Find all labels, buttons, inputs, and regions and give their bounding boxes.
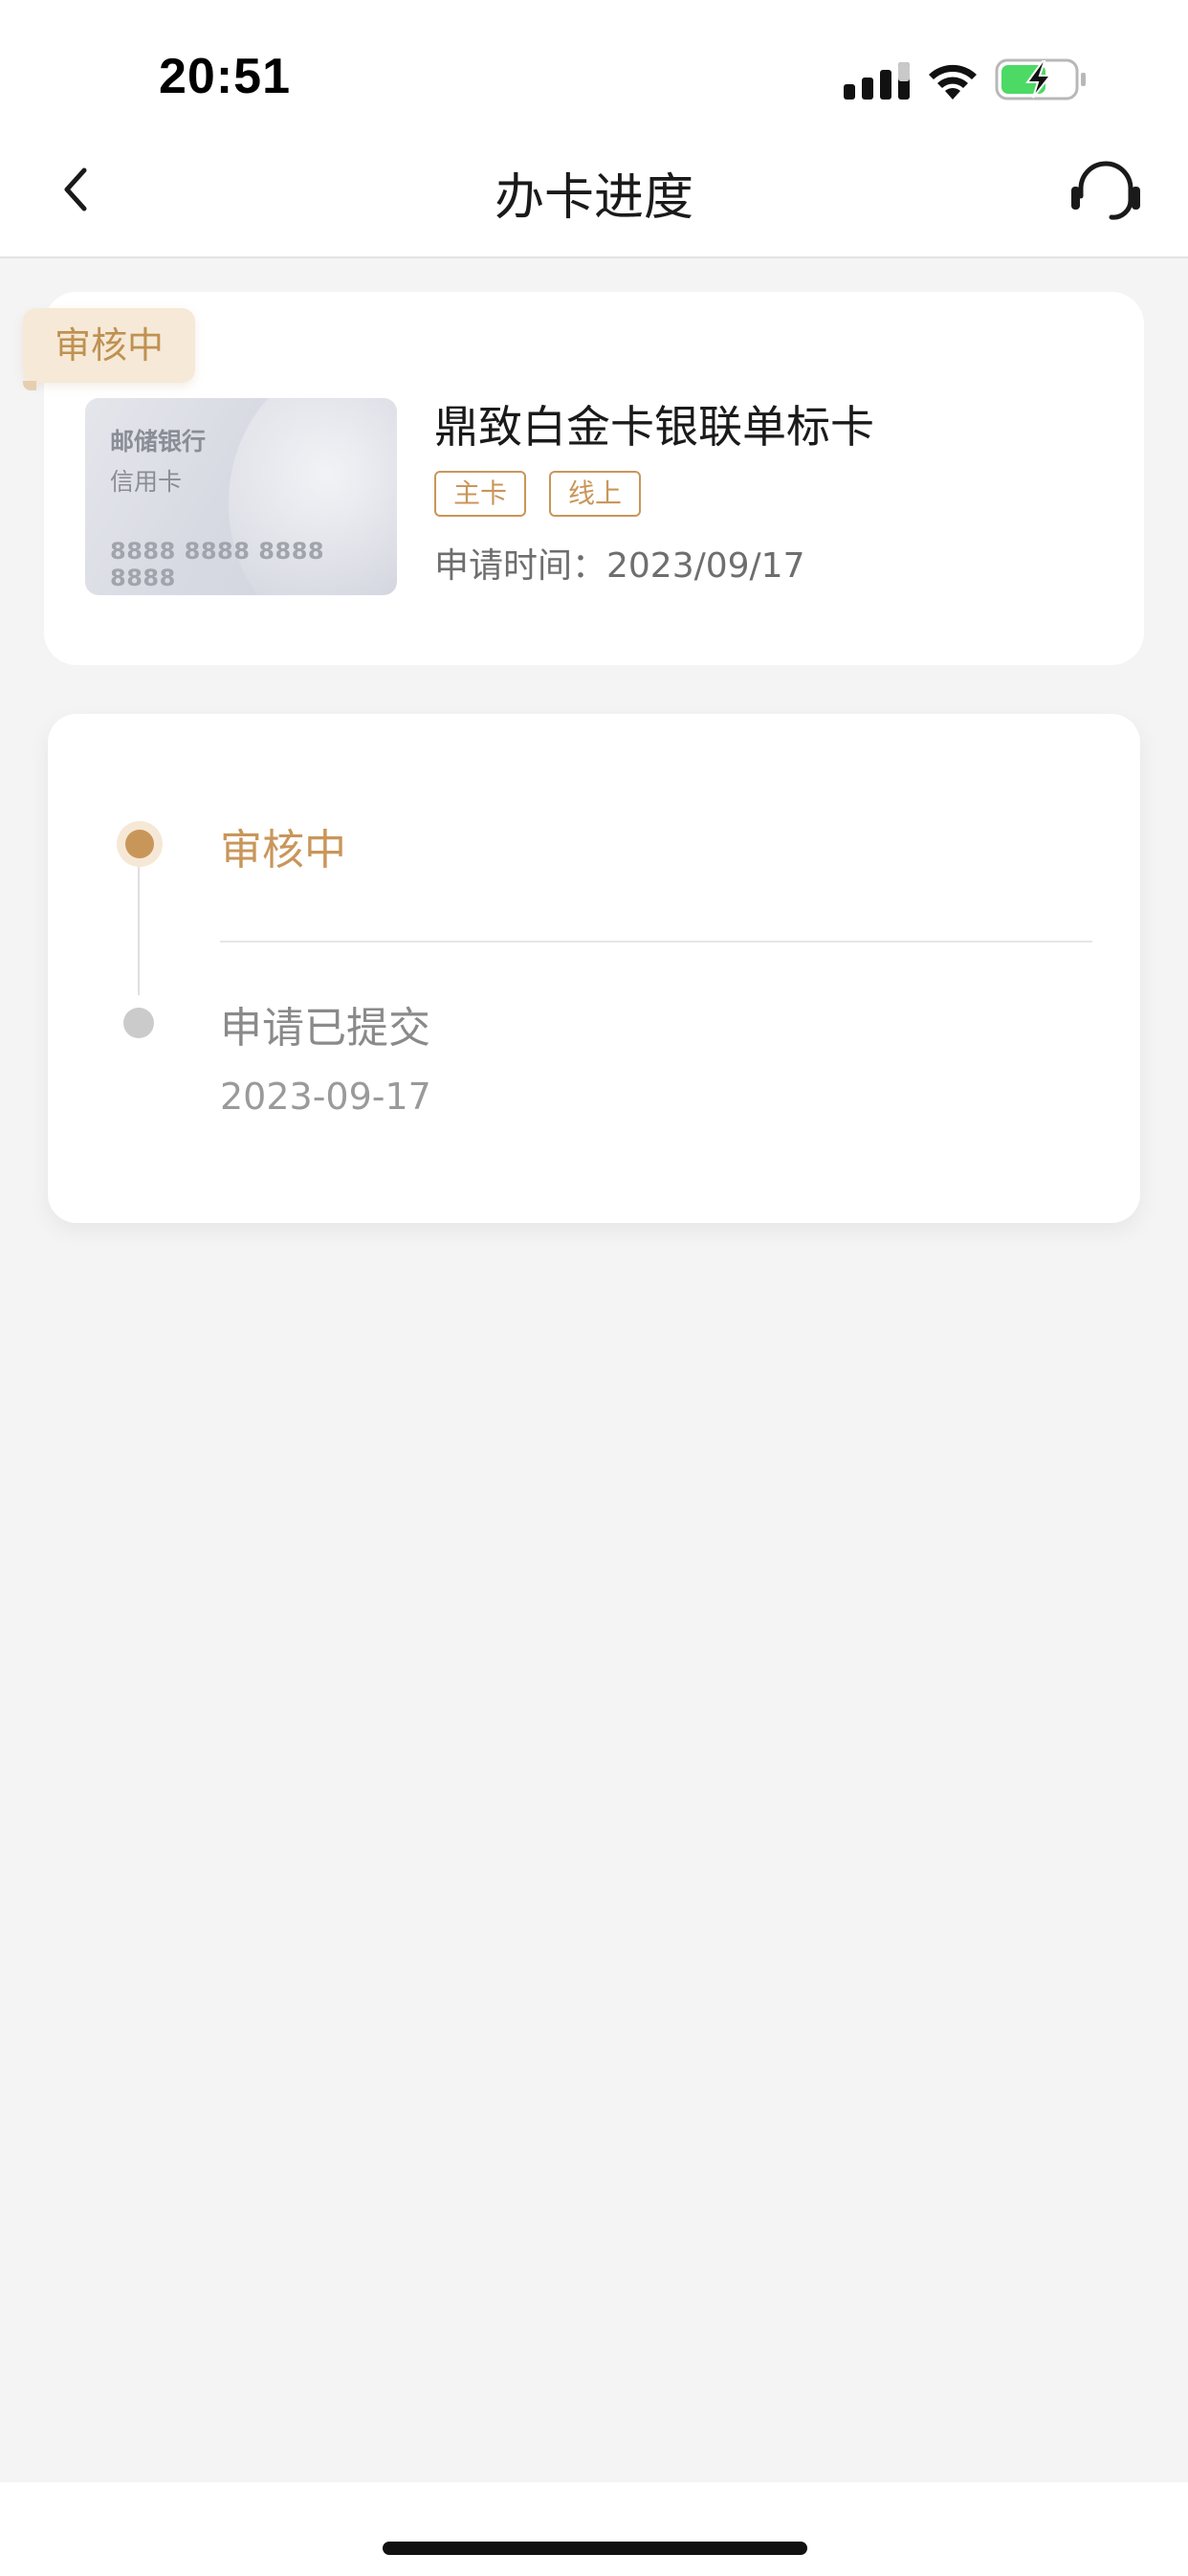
card-bank-name: 邮储银行 — [110, 428, 207, 455]
credit-card-image: 邮储银行 信用卡 8888 8888 8888 8888 — [85, 398, 397, 595]
battery-charging-icon — [995, 58, 1086, 100]
timeline-dot-current — [125, 830, 154, 858]
nav-bar: 20:51 办卡进度 — [0, 0, 1188, 258]
status-time: 20:51 — [159, 49, 291, 104]
progress-timeline-card — [48, 714, 1140, 1223]
card-number: 8888 8888 8888 8888 — [110, 538, 325, 591]
page-title: 办卡进度 — [494, 169, 693, 227]
badge-fold — [23, 381, 36, 390]
home-indicator[interactable] — [383, 2542, 807, 2555]
cellular-signal-icon — [844, 62, 910, 100]
bottom-safe-area — [0, 2482, 1188, 2576]
customer-service-headset-icon[interactable] — [1067, 156, 1144, 225]
card-type-label: 信用卡 — [110, 468, 183, 496]
timeline-step-current-label: 审核中 — [220, 826, 346, 875]
tag-online: 线上 — [549, 471, 641, 517]
tag-primary-card: 主卡 — [434, 471, 526, 517]
timeline-dot-done — [123, 1008, 154, 1038]
timeline-step-submitted-date: 2023-09-17 — [220, 1076, 431, 1118]
timeline-step-submitted-label: 申请已提交 — [220, 1004, 430, 1053]
wifi-icon — [929, 64, 977, 100]
status-badge: 审核中 — [23, 308, 195, 383]
apply-time: 申请时间：2023/09/17 — [434, 546, 805, 586]
timeline-divider — [220, 941, 1092, 943]
timeline-connector — [138, 867, 140, 995]
card-product-name: 鼎致白金卡银联单标卡 — [434, 401, 874, 453]
